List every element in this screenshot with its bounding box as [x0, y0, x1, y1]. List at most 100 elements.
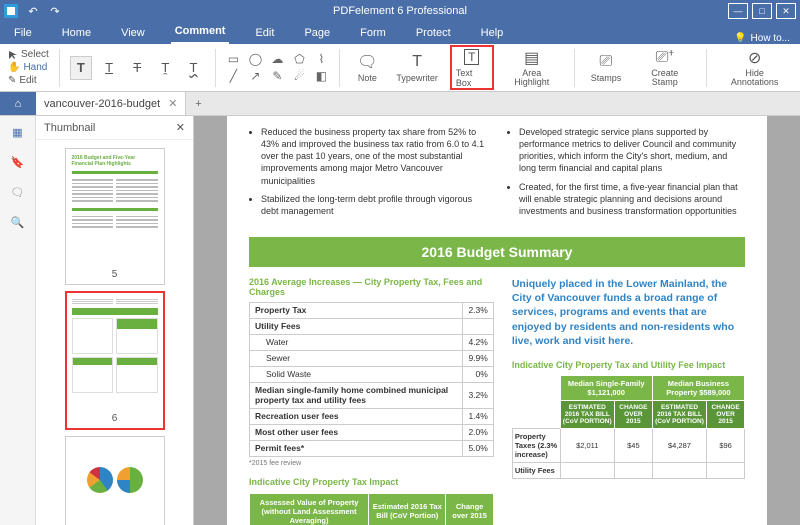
typewriter-icon: T: [406, 52, 428, 72]
table-row: Utility Fees: [250, 318, 494, 334]
bookmark-panel-icon[interactable]: 🔖: [10, 154, 26, 170]
pt-value: $45: [614, 428, 652, 462]
hide-annotations-label: Hide Annotations: [723, 69, 786, 87]
hand-label: Hand: [23, 62, 47, 73]
area-highlight-icon: ▤: [521, 48, 543, 68]
sub-est-1: ESTIMATED 2016 TAX BILL (CoV PORTION): [560, 400, 614, 428]
table-row: Sewer9.9%: [250, 350, 494, 366]
marker-shape[interactable]: ☄: [291, 69, 307, 83]
redo-icon[interactable]: ↷: [48, 4, 62, 18]
avg-increases-table: Property Tax2.3%Utility FeesWater4.2%Sew…: [249, 302, 494, 457]
edit-tool[interactable]: ✎Edit: [8, 75, 37, 86]
menu-page[interactable]: Page: [300, 23, 334, 44]
hand-icon: ✋: [8, 62, 20, 73]
arrow-shape[interactable]: ↗: [247, 69, 263, 83]
bullet-item: Created, for the first time, a five-year…: [519, 181, 745, 217]
app-logo-icon: [4, 4, 18, 18]
pencil-shape[interactable]: ✎: [269, 69, 285, 83]
typewriter-button[interactable]: TTypewriter: [390, 50, 444, 85]
table-row: Permit fees*5.0%: [250, 440, 494, 456]
median-bp-header: Median Business Property $589,000: [652, 375, 744, 400]
tax-impact-heading: Indicative City Property Tax Impact: [249, 477, 494, 487]
note-icon: 🗨: [356, 52, 378, 72]
table-row: Solid Waste0%: [250, 366, 494, 382]
menu-view[interactable]: View: [117, 23, 149, 44]
menu-help[interactable]: Help: [477, 23, 508, 44]
bullet-item: Stabilized the long-term debt profile th…: [261, 193, 487, 217]
table-row: Most other user fees2.0%: [250, 424, 494, 440]
comments-panel-icon[interactable]: 🗨: [10, 184, 26, 200]
hand-tool[interactable]: ✋Hand: [8, 62, 47, 73]
typewriter-label: Typewriter: [396, 73, 438, 83]
lightbulb-icon: 💡: [734, 33, 746, 44]
table-row: Water4.2%: [250, 334, 494, 350]
impact-col-header: Change over 2015: [446, 493, 493, 525]
avg-increases-heading: 2016 Average Increases — City Property T…: [249, 277, 494, 297]
thumbnail-page-6[interactable]: 6: [65, 291, 165, 430]
eraser-shape[interactable]: ◧: [313, 69, 329, 83]
cloud-shape[interactable]: ☁: [269, 52, 285, 66]
select-tool[interactable]: Select: [8, 49, 49, 60]
close-button[interactable]: ✕: [776, 3, 796, 19]
create-stamp-button[interactable]: ⎚⁺Create Stamp: [633, 46, 696, 89]
stamps-button[interactable]: ⎚Stamps: [585, 50, 628, 85]
maximize-button[interactable]: □: [752, 3, 772, 19]
thumbnail-label: 6: [67, 411, 163, 428]
area-highlight-button[interactable]: ▤Area Highlight: [500, 46, 564, 89]
menu-form[interactable]: Form: [356, 23, 390, 44]
fee-impact-table: Median Single-Family $1,121,000Median Bu…: [512, 375, 745, 479]
panel-close-icon[interactable]: ✕: [176, 121, 185, 134]
bullet-item: Developed strategic service plans suppor…: [519, 126, 745, 175]
hide-icon: ⊘: [744, 48, 766, 68]
thumbnail-label: 5: [66, 267, 164, 284]
summary-heading: 2016 Budget Summary: [249, 237, 745, 267]
table-row: Recreation user fees1.4%: [250, 408, 494, 424]
rectangle-shape[interactable]: ▭: [225, 52, 241, 66]
area-highlight-label: Area Highlight: [506, 69, 558, 87]
table-row: Median single-family home combined munic…: [250, 382, 494, 408]
search-panel-icon[interactable]: 🔍: [10, 214, 26, 230]
highlight-tool[interactable]: T: [70, 56, 92, 80]
stamps-label: Stamps: [591, 73, 622, 83]
connected-lines-shape[interactable]: ⌇: [313, 52, 329, 66]
impact-col-header: Assessed Value of Property (without Land…: [250, 493, 369, 525]
polygon-shape[interactable]: ⬠: [291, 52, 307, 66]
note-button[interactable]: 🗨Note: [350, 50, 384, 85]
select-label: Select: [21, 49, 49, 60]
new-tab-button[interactable]: +: [186, 92, 210, 115]
thumbnail-page-7[interactable]: 7: [65, 436, 165, 525]
pt-row-label: Property Taxes (2.3% increase): [512, 428, 560, 462]
minimize-button[interactable]: —: [728, 3, 748, 19]
blurb-text: Uniquely placed in the Lower Mainland, t…: [512, 277, 745, 348]
edit-label: Edit: [19, 75, 36, 86]
menu-protect[interactable]: Protect: [412, 23, 455, 44]
squiggly-tool[interactable]: T: [182, 56, 204, 80]
home-tab-icon[interactable]: ⌂: [0, 92, 36, 115]
textbox-button[interactable]: TText Box: [450, 45, 494, 90]
menu-comment[interactable]: Comment: [171, 21, 230, 44]
thumbnail-panel-icon[interactable]: ▦: [10, 124, 26, 140]
create-stamp-icon: ⎚⁺: [654, 48, 676, 68]
underline-tool[interactable]: T: [98, 56, 120, 80]
create-stamp-label: Create Stamp: [639, 69, 690, 87]
pdf-page: Reduced the business property tax share …: [227, 116, 767, 525]
strikeout-tool[interactable]: T: [126, 56, 148, 80]
caret-tool[interactable]: Ṱ: [154, 56, 176, 80]
document-tab[interactable]: vancouver-2016-budget ✕: [36, 92, 186, 115]
how-to-label: How to...: [751, 33, 790, 44]
undo-icon[interactable]: ↶: [26, 4, 40, 18]
utility-fees-row-label: Utility Fees: [512, 462, 560, 478]
oval-shape[interactable]: ◯: [247, 52, 263, 66]
thumbnail-page-5[interactable]: 2016 Budget and Five-Year Financial Plan…: [65, 148, 165, 285]
document-viewport[interactable]: Reduced the business property tax share …: [194, 116, 800, 525]
menu-file[interactable]: File: [10, 23, 36, 44]
how-to-link[interactable]: 💡 How to...: [734, 33, 790, 44]
table-row: Property Tax2.3%: [250, 302, 494, 318]
hide-annotations-button[interactable]: ⊘Hide Annotations: [717, 46, 792, 89]
sub-chg-1: CHANGE OVER 2015: [614, 400, 652, 428]
menu-home[interactable]: Home: [58, 23, 95, 44]
menu-edit[interactable]: Edit: [251, 23, 278, 44]
tab-close-icon[interactable]: ✕: [168, 97, 177, 110]
stamp-icon: ⎚: [595, 52, 617, 72]
line-shape[interactable]: ╱: [225, 69, 241, 83]
